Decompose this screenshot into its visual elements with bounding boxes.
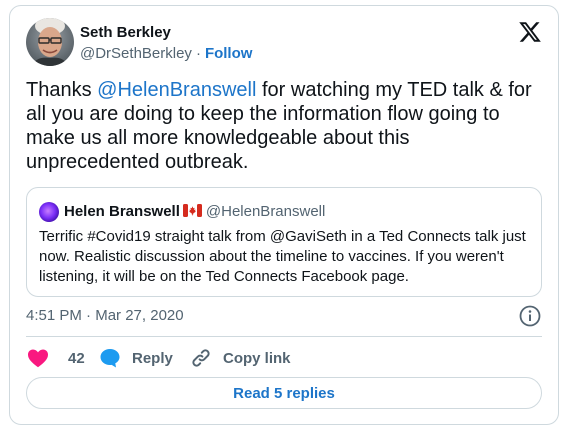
read-replies-label: Read 5 replies [233, 384, 335, 402]
quoted-text: Terrific #Covid19 straight talk from @Ga… [39, 228, 526, 285]
reply-bubble-icon [100, 349, 120, 368]
author-handle[interactable]: @DrSethBerkley [80, 45, 192, 62]
author-avatar[interactable] [26, 18, 74, 66]
follow-button[interactable]: Follow [205, 45, 253, 62]
date-text: Mar 27, 2020 [95, 307, 184, 324]
separator-dot: · [195, 45, 201, 62]
mention-link[interactable]: @HelenBranswell [97, 79, 256, 101]
like-button[interactable]: 42 [26, 344, 85, 372]
quoted-author-avatar[interactable] [39, 202, 59, 222]
time-text: 4:51 PM [26, 307, 82, 324]
link-icon [192, 349, 210, 367]
info-icon[interactable] [518, 304, 542, 328]
tweet-header: Seth Berkley @DrSethBerkley · Follow [10, 6, 558, 76]
canada-flag-icon [182, 204, 202, 217]
author-display-name[interactable]: Seth Berkley [80, 24, 171, 41]
copy-link-label: Copy link [223, 349, 291, 367]
copy-link-button[interactable]: Copy link [189, 344, 291, 372]
x-logo-icon[interactable] [518, 20, 542, 44]
tweet-text: Thanks @HelenBranswell for watching my T… [26, 78, 546, 174]
tweet-card: Seth Berkley @DrSethBerkley · Follow Thank… [9, 5, 559, 425]
divider [26, 336, 542, 337]
timestamp[interactable]: 4:51 PM · Mar 27, 2020 [26, 307, 184, 324]
reply-label: Reply [132, 349, 173, 367]
tweet-text-start: Thanks [26, 79, 98, 101]
read-replies-button[interactable]: Read 5 replies [26, 377, 542, 409]
quoted-handle: @HelenBranswell [205, 203, 326, 220]
heart-icon [28, 349, 48, 368]
like-count: 42 [68, 349, 85, 367]
action-bar: 42 Reply Copy link [26, 344, 542, 372]
quoted-display-name: Helen Branswell [64, 203, 180, 220]
quoted-tweet[interactable]: Helen Branswell @HelenBranswell Terrific… [26, 187, 542, 297]
time-separator: · [86, 307, 92, 324]
reply-button[interactable]: Reply [98, 344, 173, 372]
